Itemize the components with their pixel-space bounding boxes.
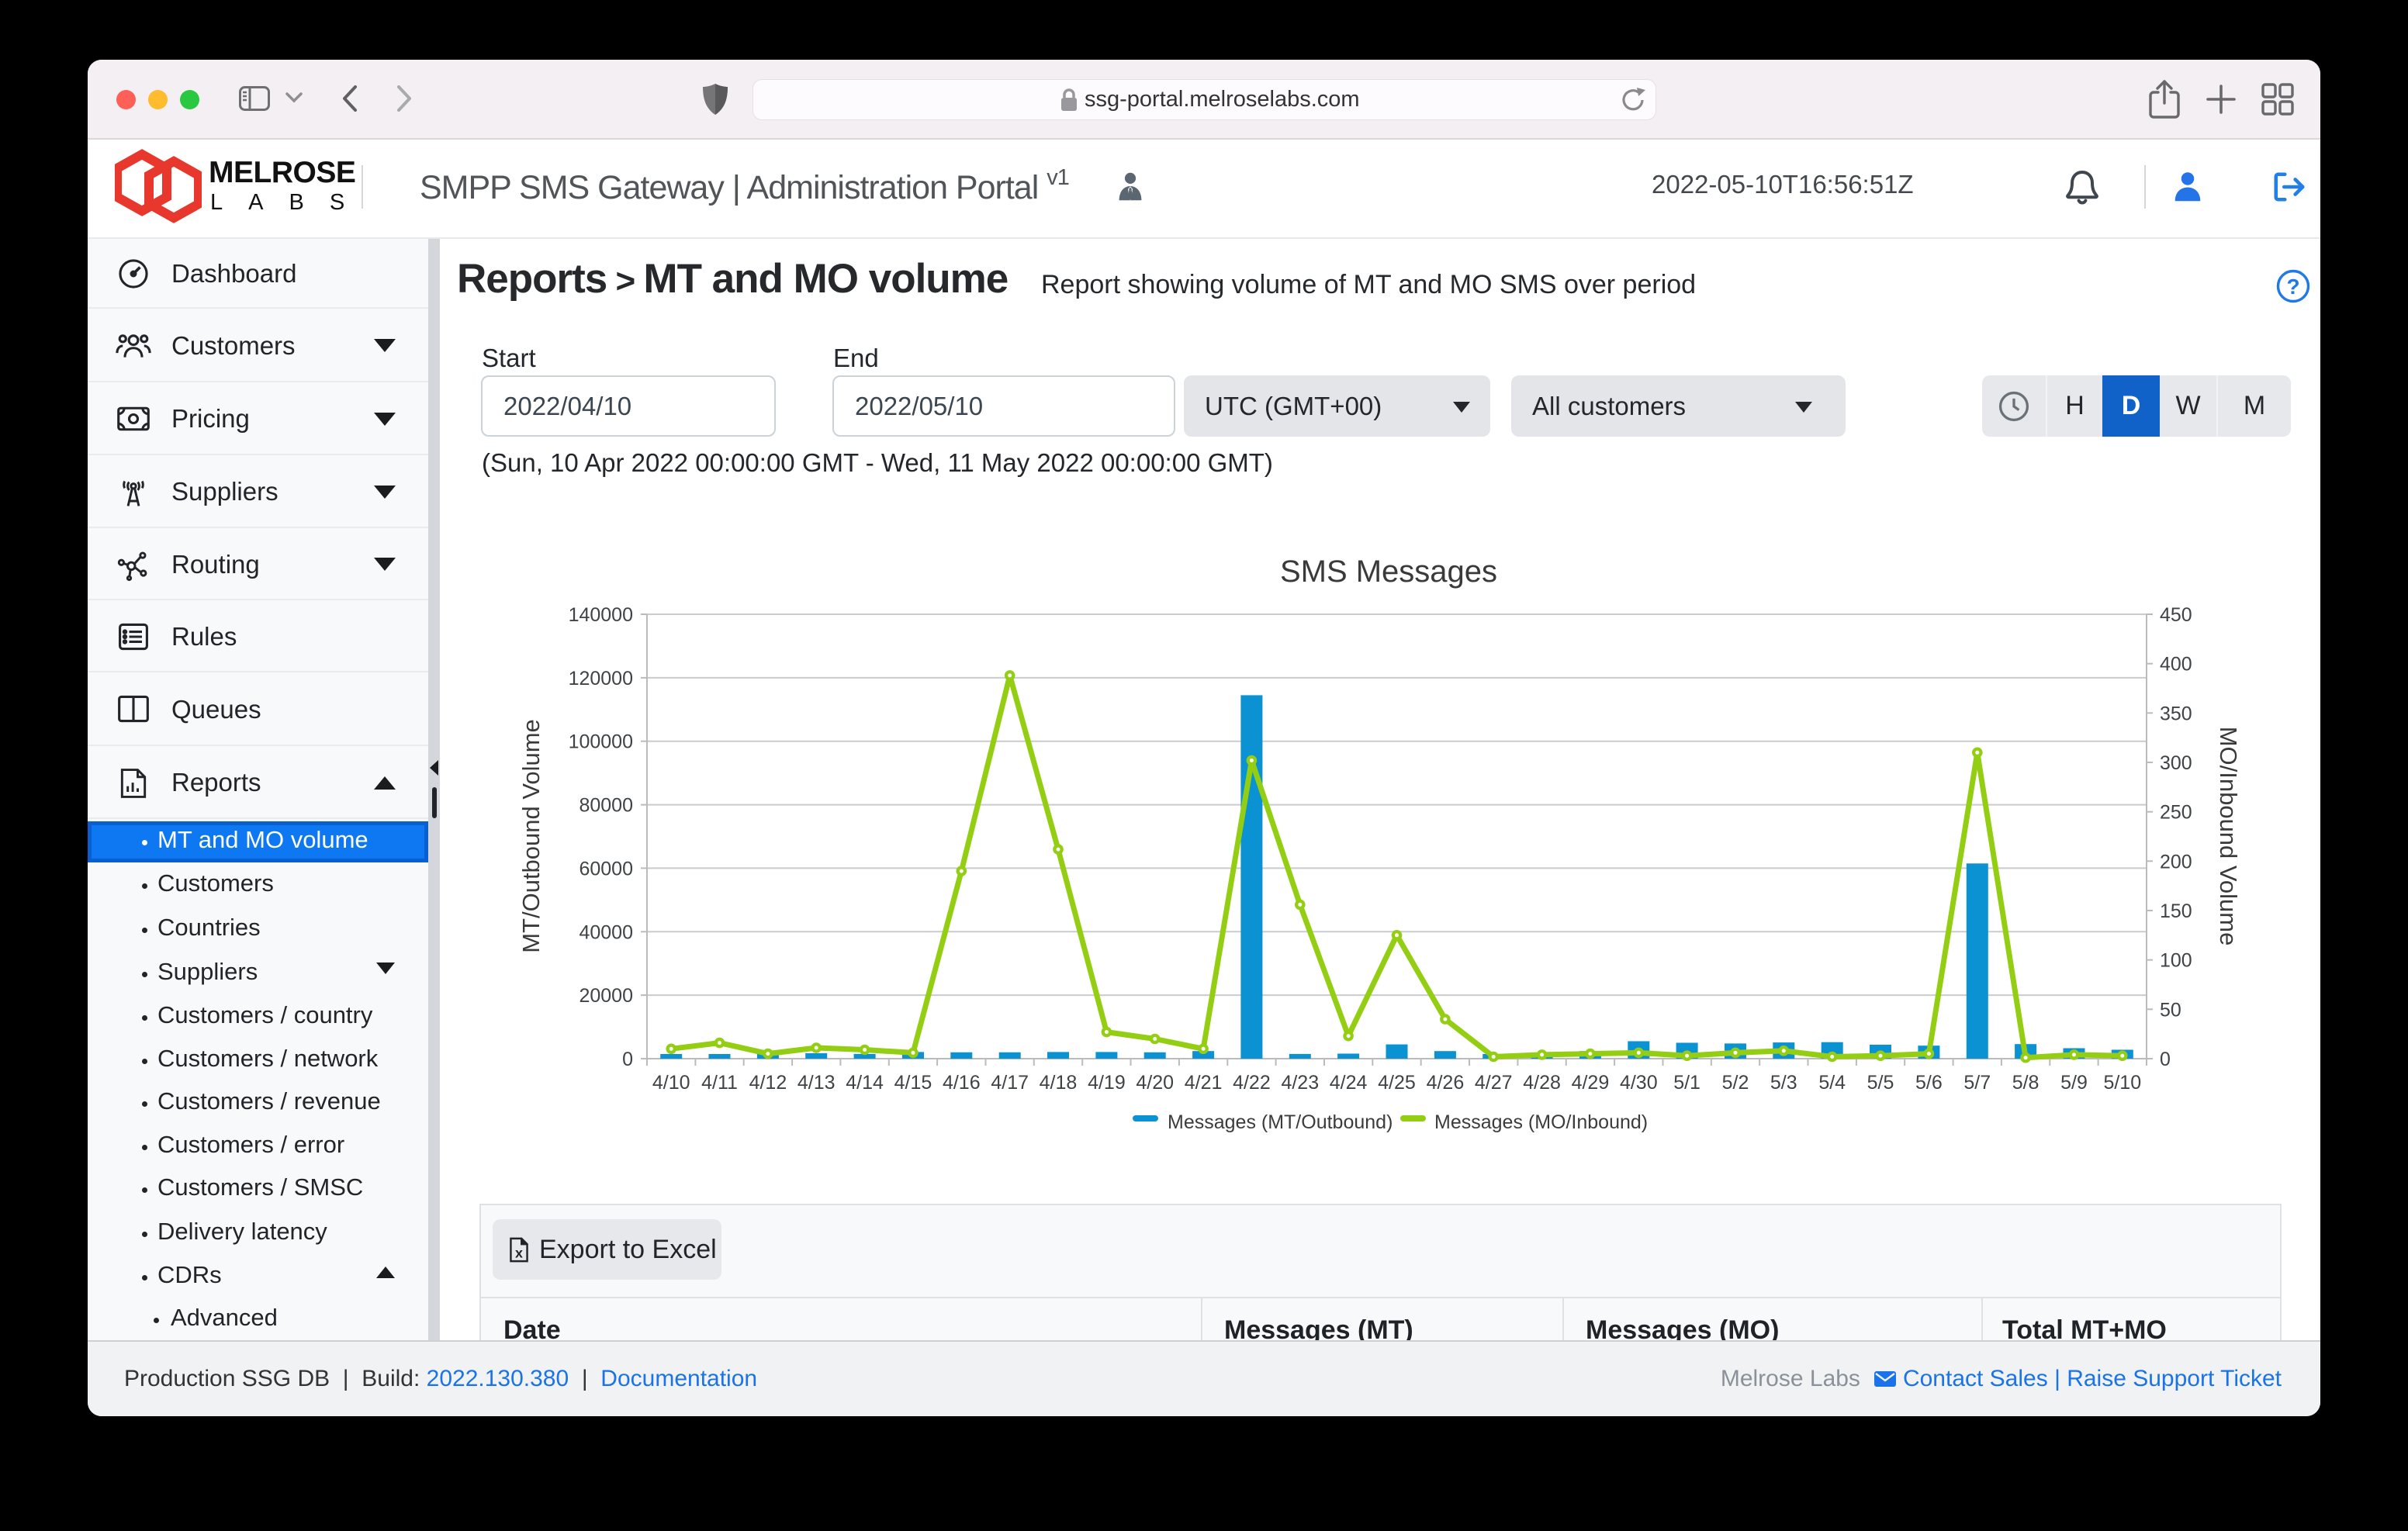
svg-text:4/22: 4/22 bbox=[1233, 1072, 1271, 1094]
svg-text:5/2: 5/2 bbox=[1722, 1072, 1749, 1094]
svg-text:Messages (MT/Outbound): Messages (MT/Outbound) bbox=[1168, 1111, 1393, 1132]
svg-text:5/9: 5/9 bbox=[2060, 1072, 2088, 1094]
svg-text:80000: 80000 bbox=[579, 795, 633, 817]
svg-text:120000: 120000 bbox=[569, 668, 633, 689]
svg-text:4/18: 4/18 bbox=[1040, 1072, 1078, 1094]
svg-text:150: 150 bbox=[2160, 900, 2192, 922]
svg-text:5/4: 5/4 bbox=[1818, 1072, 1846, 1094]
svg-text:5/7: 5/7 bbox=[1963, 1072, 1991, 1094]
svg-text:4/25: 4/25 bbox=[1378, 1072, 1416, 1094]
svg-text:4/17: 4/17 bbox=[991, 1072, 1029, 1094]
svg-text:4/20: 4/20 bbox=[1136, 1072, 1174, 1094]
svg-text:x: x bbox=[515, 1245, 523, 1260]
svg-text:100000: 100000 bbox=[569, 731, 633, 753]
svg-text:450: 450 bbox=[2160, 604, 2192, 626]
svg-text:4/15: 4/15 bbox=[894, 1072, 932, 1094]
svg-text:4/11: 4/11 bbox=[701, 1072, 738, 1094]
svg-text:5/8: 5/8 bbox=[2012, 1072, 2040, 1094]
svg-text:4/10: 4/10 bbox=[652, 1072, 690, 1094]
svg-text:40000: 40000 bbox=[579, 921, 633, 943]
svg-text:20000: 20000 bbox=[579, 985, 633, 1007]
svg-text:0: 0 bbox=[622, 1049, 633, 1070]
svg-text:4/19: 4/19 bbox=[1088, 1072, 1126, 1094]
svg-text:4/27: 4/27 bbox=[1475, 1072, 1513, 1094]
svg-text:?: ? bbox=[2286, 275, 2299, 299]
svg-text:250: 250 bbox=[2160, 802, 2192, 824]
svg-text:4/16: 4/16 bbox=[943, 1072, 981, 1094]
svg-text:4/28: 4/28 bbox=[1523, 1072, 1561, 1094]
svg-text:4/13: 4/13 bbox=[797, 1072, 836, 1094]
svg-text:5/1: 5/1 bbox=[1673, 1072, 1700, 1094]
svg-text:4/12: 4/12 bbox=[749, 1072, 787, 1094]
svg-text:5/3: 5/3 bbox=[1770, 1072, 1797, 1094]
svg-text:4/24: 4/24 bbox=[1330, 1072, 1368, 1094]
svg-text:5/10: 5/10 bbox=[2103, 1072, 2141, 1094]
svg-text:50: 50 bbox=[2160, 999, 2181, 1021]
svg-text:200: 200 bbox=[2160, 851, 2192, 873]
svg-text:4/30: 4/30 bbox=[1620, 1072, 1658, 1094]
svg-text:MT/Outbound Volume: MT/Outbound Volume bbox=[517, 719, 545, 953]
svg-text:60000: 60000 bbox=[579, 858, 633, 880]
svg-text:5/6: 5/6 bbox=[1915, 1072, 1943, 1094]
svg-text:4/29: 4/29 bbox=[1572, 1072, 1610, 1094]
svg-text:350: 350 bbox=[2160, 703, 2192, 724]
svg-text:400: 400 bbox=[2160, 654, 2192, 676]
svg-text:300: 300 bbox=[2160, 752, 2192, 774]
svg-text:4/23: 4/23 bbox=[1281, 1072, 1319, 1094]
svg-text:100: 100 bbox=[2160, 950, 2192, 972]
svg-text:4/14: 4/14 bbox=[846, 1072, 884, 1094]
svg-text:5/5: 5/5 bbox=[1867, 1072, 1894, 1094]
svg-text:SMS Messages: SMS Messages bbox=[1280, 555, 1497, 589]
svg-text:4/26: 4/26 bbox=[1427, 1072, 1465, 1094]
svg-text:MO/Inbound Volume: MO/Inbound Volume bbox=[2215, 727, 2242, 946]
svg-text:4/21: 4/21 bbox=[1185, 1072, 1223, 1094]
svg-text:0: 0 bbox=[2160, 1049, 2171, 1070]
svg-text:140000: 140000 bbox=[569, 604, 633, 626]
svg-text:Messages (MO/Inbound): Messages (MO/Inbound) bbox=[1434, 1111, 1648, 1132]
